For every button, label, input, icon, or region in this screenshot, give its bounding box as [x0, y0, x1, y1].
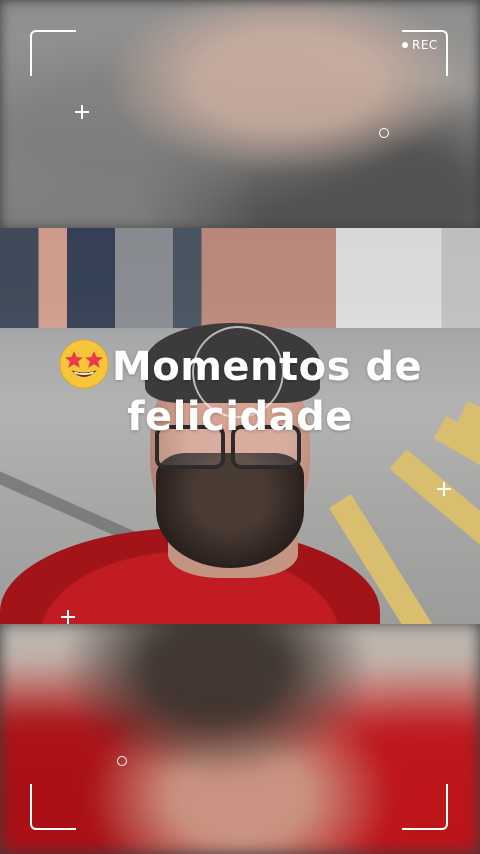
ring-marker-icon — [117, 756, 127, 766]
frame-corner-bottom-right — [402, 784, 448, 830]
frame-corner-top-right — [402, 30, 448, 76]
star-struck-emoji-icon — [58, 338, 110, 390]
headline-text: Momentos de felicidade — [0, 338, 480, 442]
headline-line-2: felicidade — [127, 394, 353, 440]
road-stripe — [389, 449, 480, 553]
headline-line-1: Momentos de — [0, 338, 480, 392]
frame-corner-top-left — [30, 30, 76, 76]
background-building — [0, 228, 480, 328]
story-frame: Momentos de felicidade REC — [0, 0, 480, 854]
frame-corner-bottom-left — [30, 784, 76, 830]
person-beard — [156, 453, 304, 568]
rec-indicator: REC — [402, 38, 438, 52]
record-dot-icon — [402, 42, 408, 48]
rec-label: REC — [412, 38, 438, 52]
ring-marker-icon — [379, 128, 389, 138]
plus-marker-icon — [437, 482, 451, 496]
plus-marker-icon — [75, 105, 89, 119]
headline-line-1-text: Momentos de — [111, 344, 423, 390]
plus-marker-icon — [61, 610, 75, 624]
